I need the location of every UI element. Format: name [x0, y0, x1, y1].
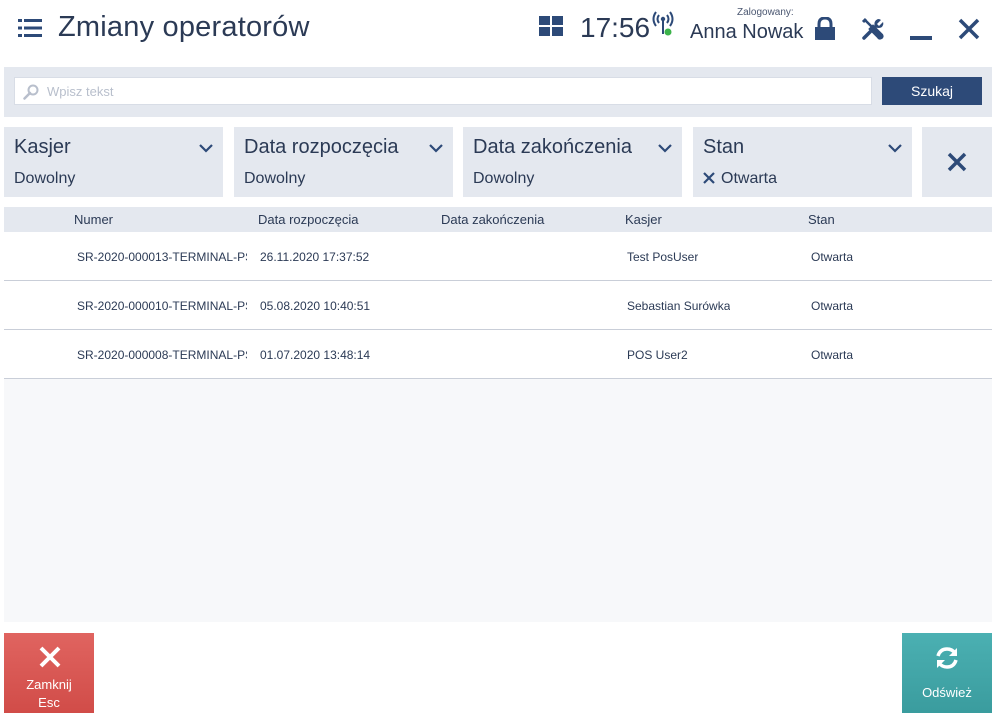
chevron-down-icon: [199, 144, 213, 153]
filter-value: Dowolny: [14, 170, 76, 187]
remove-value-icon[interactable]: [703, 172, 715, 184]
filter-title: Kasjer: [14, 136, 71, 158]
close-button-label: Zamknij: [26, 677, 72, 692]
column-header-kasjer[interactable]: Kasjer: [625, 212, 662, 227]
search-bar: Szukaj: [4, 67, 992, 117]
close-button[interactable]: Zamknij Esc: [4, 633, 94, 713]
filter-title: Data zakończenia: [473, 136, 632, 158]
filter-value: Dowolny: [244, 170, 306, 187]
column-header-data-zakonczenia[interactable]: Data zakończenia: [441, 212, 544, 227]
clear-filters-button[interactable]: [922, 127, 992, 197]
search-input[interactable]: [47, 78, 847, 104]
connection-status-icon: [652, 11, 674, 36]
grid-header: Numer Data rozpoczęcia Data zakończenia …: [4, 207, 992, 232]
clock: 17:56: [580, 12, 651, 43]
search-field[interactable]: [14, 77, 872, 105]
refresh-button[interactable]: Odśwież: [902, 633, 992, 713]
close-app-icon[interactable]: [958, 18, 980, 40]
column-header-stan[interactable]: Stan: [808, 212, 835, 227]
filter-data-zakonczenia[interactable]: Data zakończenia Dowolny: [463, 127, 682, 197]
filter-value: Dowolny: [473, 170, 535, 187]
user-name: Anna Nowak: [690, 21, 804, 43]
close-icon: [947, 152, 967, 172]
table-row[interactable]: SR-2020-000010-TERMINAL-PS1 05.08.2020 1…: [4, 281, 992, 330]
settings-tools-icon[interactable]: [861, 17, 885, 41]
column-header-numer[interactable]: Numer: [74, 212, 113, 227]
cell-numer: SR-2020-000008-TERMINAL-PS1: [77, 348, 247, 362]
cell-stan: Otwarta: [811, 348, 854, 362]
table-row[interactable]: SR-2020-000013-TERMINAL-PS1 26.11.2020 1…: [4, 232, 992, 281]
table-row[interactable]: SR-2020-000008-TERMINAL-PS1 01.07.2020 1…: [4, 330, 992, 379]
refresh-button-label: Odśwież: [922, 685, 972, 700]
cell-start: 01.07.2020 13:48:14: [260, 348, 371, 362]
chevron-down-icon: [888, 144, 902, 153]
lock-icon[interactable]: [814, 17, 836, 41]
filter-value-selected: Otwarta: [703, 170, 777, 188]
cell-kasjer: Test PosUser: [627, 250, 699, 264]
search-button[interactable]: Szukaj: [882, 77, 982, 105]
page-title: Zmiany operatorów: [58, 11, 310, 43]
chevron-down-icon: [658, 144, 672, 153]
column-header-data-rozpoczecia[interactable]: Data rozpoczęcia: [258, 212, 358, 227]
logged-in-label: Zalogowany:: [737, 7, 794, 18]
cell-kasjer: Sebastian Surówka: [627, 299, 731, 313]
cell-numer: SR-2020-000010-TERMINAL-PS1: [77, 299, 247, 313]
tiles-icon[interactable]: [539, 16, 563, 36]
filter-stan[interactable]: Stan Otwarta: [693, 127, 912, 197]
filter-data-rozpoczecia[interactable]: Data rozpoczęcia Dowolny: [234, 127, 453, 197]
grid-body: SR-2020-000013-TERMINAL-PS1 26.11.2020 1…: [4, 232, 992, 622]
close-button-shortcut: Esc: [38, 695, 60, 710]
cell-stan: Otwarta: [811, 250, 854, 264]
cell-numer: SR-2020-000013-TERMINAL-PS1: [77, 250, 247, 264]
filter-value-text: Otwarta: [721, 170, 778, 187]
cell-kasjer: POS User2: [627, 348, 688, 362]
filter-title: Stan: [703, 136, 745, 158]
title-bar: Zmiany operatorów 17:56 Zalogowany: Anna…: [0, 0, 1001, 62]
filter-kasjer[interactable]: Kasjer Dowolny: [4, 127, 223, 197]
close-icon: [39, 646, 61, 668]
cell-start: 26.11.2020 17:37:52: [260, 250, 370, 264]
filter-title: Data rozpoczęcia: [244, 136, 399, 158]
refresh-icon: [936, 647, 958, 669]
menu-list-icon[interactable]: [18, 18, 42, 38]
search-icon: [23, 84, 39, 100]
cell-stan: Otwarta: [811, 299, 854, 313]
chevron-down-icon: [429, 144, 443, 153]
minimize-icon[interactable]: [910, 17, 932, 41]
cell-start: 05.08.2020 10:40:51: [260, 299, 371, 313]
